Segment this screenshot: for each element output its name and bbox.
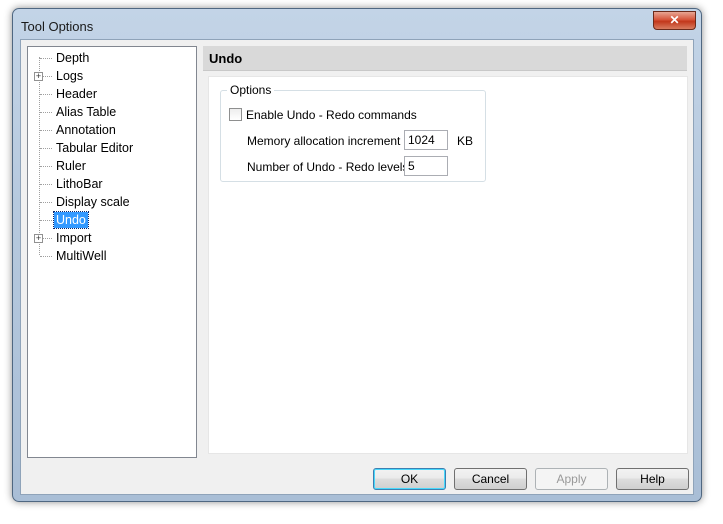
tree-item-multiwell[interactable]: MultiWell <box>54 248 108 264</box>
tree-item-tabular-editor[interactable]: Tabular Editor <box>54 140 135 156</box>
panel-title: Undo <box>209 51 243 66</box>
tree-connector-line <box>39 57 40 255</box>
cancel-button[interactable]: Cancel <box>454 468 527 490</box>
tree-item-import[interactable]: Import <box>54 230 93 246</box>
tree-item-logs[interactable]: Logs <box>54 68 85 84</box>
tree-item-display-scale[interactable]: Display scale <box>54 194 132 210</box>
options-groupbox: Options Enable Undo - Redo commands Memo… <box>220 83 486 182</box>
enable-undo-label[interactable]: Enable Undo - Redo commands <box>246 108 417 122</box>
tree-branch-line <box>40 256 52 257</box>
tree-branch-line <box>40 220 52 221</box>
expand-icon[interactable]: + <box>34 72 43 81</box>
panel-header: Undo <box>203 46 687 71</box>
undo-levels-label: Number of Undo - Redo levels <box>247 160 409 174</box>
enable-undo-checkbox[interactable] <box>229 108 242 121</box>
tree-branch-line <box>40 184 52 185</box>
tree-item-header[interactable]: Header <box>54 86 99 102</box>
undo-levels-input[interactable] <box>404 156 448 176</box>
memory-allocation-label: Memory allocation increment <box>247 134 401 148</box>
options-group-label: Options <box>227 83 275 97</box>
tree-item-lithobar[interactable]: LithoBar <box>54 176 105 192</box>
tree-item-undo[interactable]: Undo <box>53 211 89 229</box>
dialog-client-area: Depth + Logs Header Alias Table Annotati… <box>20 39 694 495</box>
memory-unit-label: KB <box>457 134 474 148</box>
ok-button[interactable]: OK <box>373 468 446 490</box>
panel-body: Options Enable Undo - Redo commands Memo… <box>208 76 688 454</box>
tree-branch-line <box>40 148 52 149</box>
tool-options-window: Tool Options ✕ Depth + Logs Header Alias… <box>12 8 702 502</box>
expand-icon[interactable]: + <box>34 234 43 243</box>
tree-item-ruler[interactable]: Ruler <box>54 158 88 174</box>
apply-button[interactable]: Apply <box>535 468 608 490</box>
tree-branch-line <box>40 166 52 167</box>
options-panel: Undo Options Enable Undo - Redo commands… <box>203 46 688 458</box>
window-title: Tool Options <box>21 19 94 34</box>
tree-branch-line <box>40 58 52 59</box>
help-button[interactable]: Help <box>616 468 689 490</box>
tree-item-depth[interactable]: Depth <box>54 50 91 66</box>
tree-item-alias-table[interactable]: Alias Table <box>54 104 118 120</box>
tree-branch-line <box>40 94 52 95</box>
title-bar[interactable]: Tool Options ✕ <box>13 9 701 39</box>
close-icon: ✕ <box>669 13 680 27</box>
tree-branch-line <box>40 112 52 113</box>
memory-allocation-input[interactable] <box>404 130 448 150</box>
tree-branch-line <box>40 130 52 131</box>
close-button[interactable]: ✕ <box>653 11 696 30</box>
options-tree[interactable]: Depth + Logs Header Alias Table Annotati… <box>27 46 197 458</box>
tree-branch-line <box>40 202 52 203</box>
tree-item-annotation[interactable]: Annotation <box>54 122 118 138</box>
